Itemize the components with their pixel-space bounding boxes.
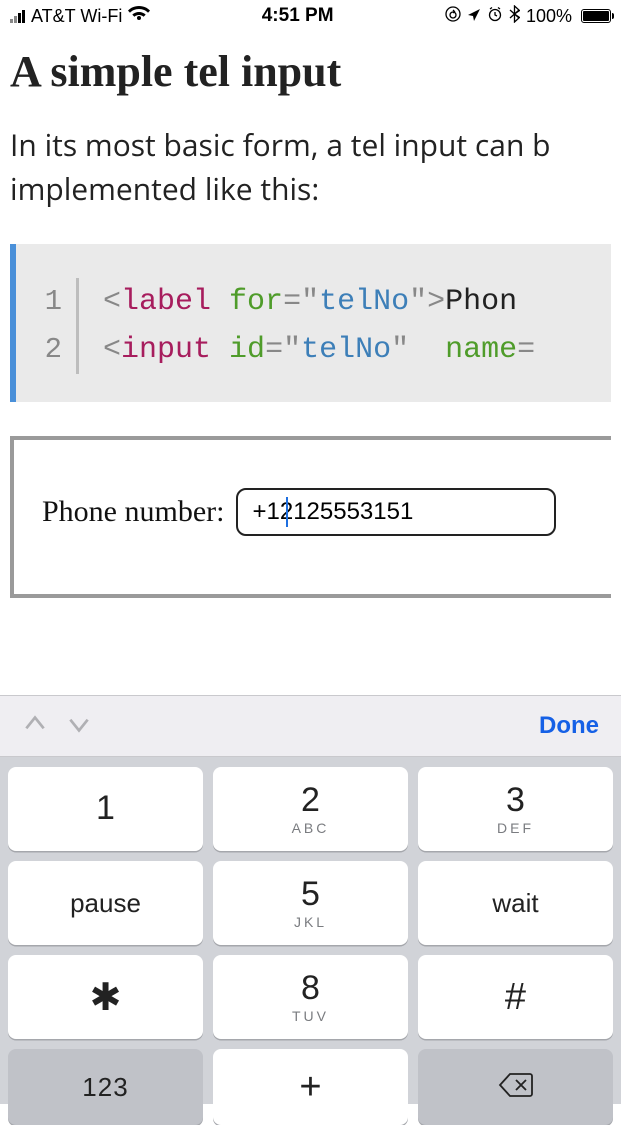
intro-paragraph: In its most basic form, a tel input can … (10, 123, 611, 210)
code-block: 1 <label for="telNo">Phon 2 <input id="t… (10, 244, 611, 402)
key-2[interactable]: 2 ABC (213, 767, 408, 851)
wifi-icon (128, 6, 150, 27)
key-backspace[interactable] (418, 1049, 613, 1125)
key-1[interactable]: 1 (8, 767, 203, 851)
tel-input-wrap[interactable] (236, 488, 556, 536)
signal-strength-icon (10, 10, 25, 23)
status-right: 100% (445, 5, 611, 28)
status-time: 4:51 PM (262, 5, 334, 27)
line-number: 1 (16, 279, 76, 325)
code-text-2: <input id="telNo" name= (79, 326, 535, 374)
demo-box: Phone number: (10, 436, 611, 598)
backspace-icon (498, 1072, 534, 1103)
text-caret (286, 497, 288, 527)
key-plus[interactable]: + (213, 1049, 408, 1125)
battery-pct: 100% (526, 6, 572, 27)
key-5[interactable]: 5 JKL (213, 861, 408, 945)
code-line-2: 2 <input id="telNo" name= (16, 326, 611, 374)
key-3[interactable]: 3 DEF (418, 767, 613, 851)
line-number: 2 (16, 327, 76, 373)
tel-label: Phone number: (42, 495, 224, 529)
page-title: A simple tel input (10, 46, 611, 97)
status-left: AT&T Wi-Fi (10, 6, 150, 27)
key-mode-123[interactable]: 123 (8, 1049, 203, 1125)
code-line-1: 1 <label for="telNo">Phon (16, 278, 611, 326)
ios-status-bar: AT&T Wi-Fi 4:51 PM 100% (0, 0, 621, 32)
page-content: A simple tel input In its most basic for… (0, 32, 621, 598)
next-field-arrow-icon[interactable] (66, 711, 92, 742)
key-wait[interactable]: wait (418, 861, 613, 945)
key-hash[interactable]: # (418, 955, 613, 1039)
carrier-label: AT&T Wi-Fi (31, 6, 122, 27)
keyboard-accessory-bar: Done (0, 695, 621, 757)
location-arrow-icon (467, 6, 481, 27)
done-button[interactable]: Done (539, 712, 599, 740)
code-text-1: <label for="telNo">Phon (79, 278, 517, 326)
key-8[interactable]: 8 TUV (213, 955, 408, 1039)
bluetooth-icon (509, 5, 520, 28)
rotation-lock-icon (445, 6, 461, 27)
tel-input[interactable] (236, 488, 556, 536)
key-pause[interactable]: pause (8, 861, 203, 945)
key-star[interactable]: ✱ (8, 955, 203, 1039)
tel-keyboard: 1 2 ABC 3 DEF pause 5 JKL wait ✱ 8 TUV (0, 757, 621, 1104)
alarm-clock-icon (487, 6, 503, 27)
battery-icon (578, 9, 611, 23)
prev-field-arrow-icon[interactable] (22, 711, 48, 742)
